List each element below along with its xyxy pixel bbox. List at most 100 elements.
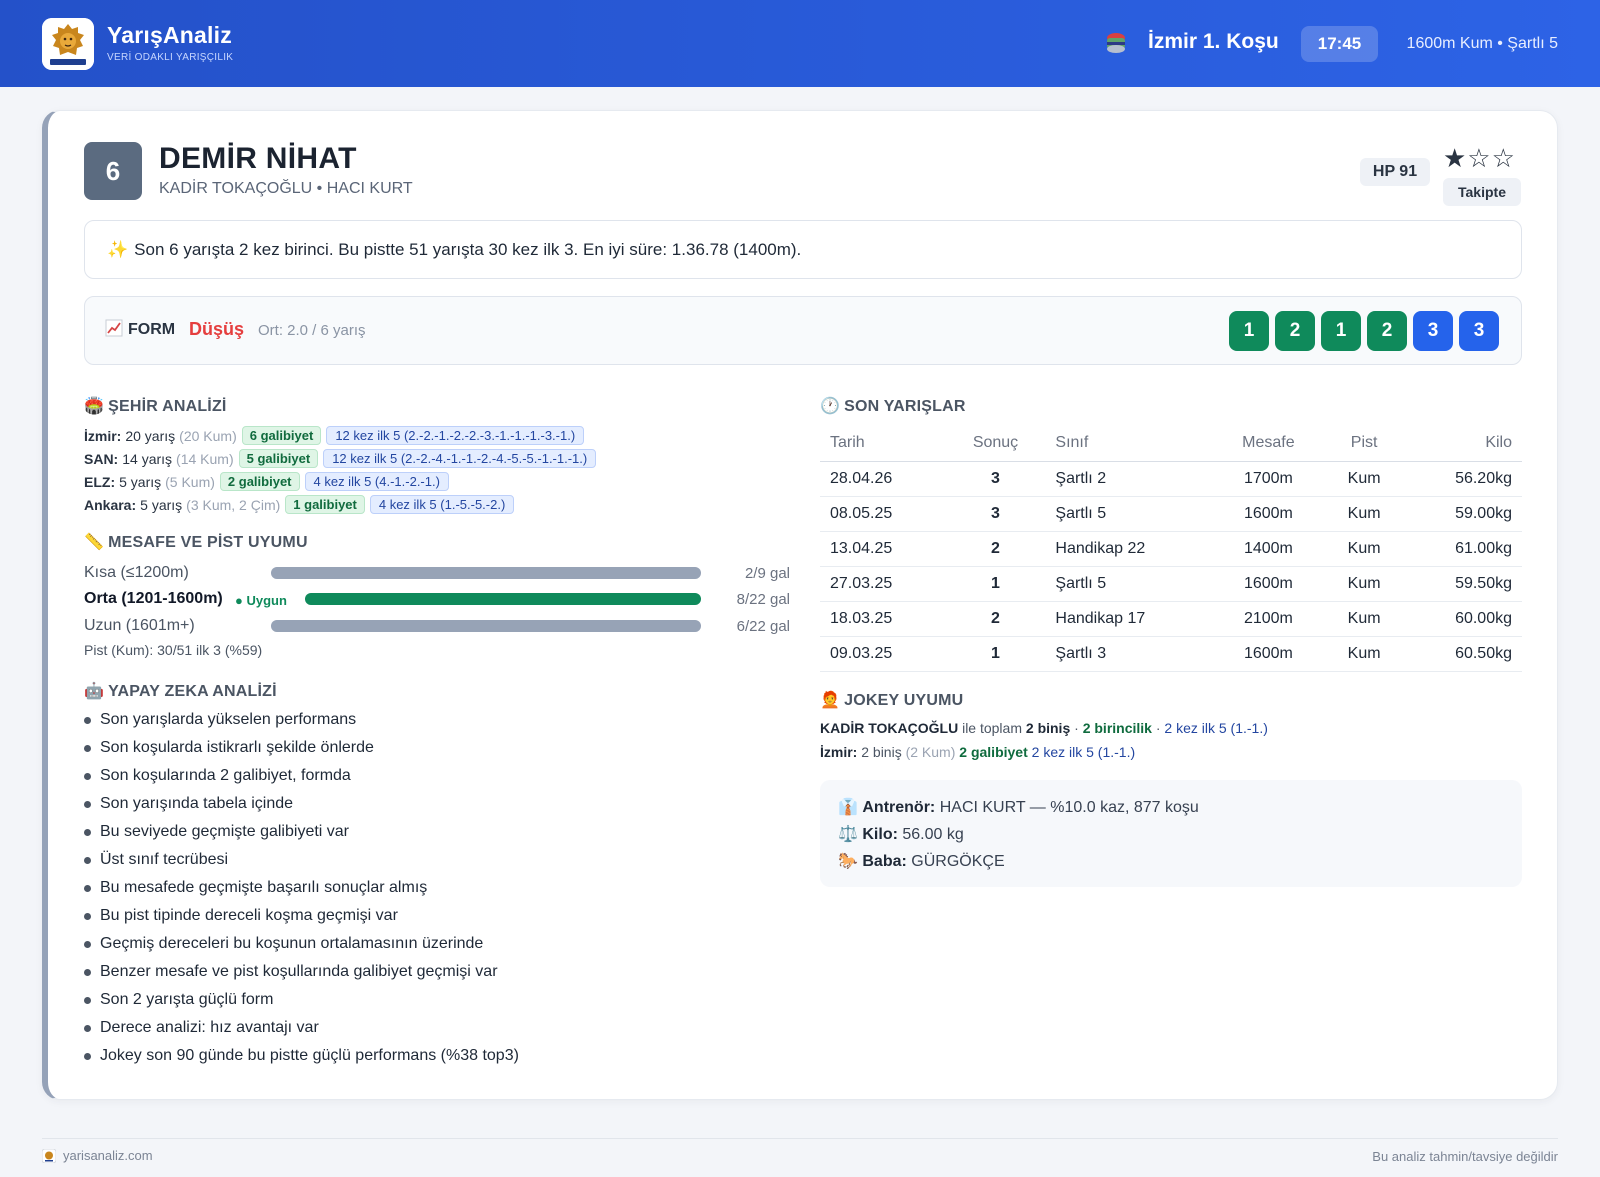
ai-insight-item: Geçmiş dereceleri bu koşunun ortalamasın…	[84, 934, 519, 962]
form-results: 1 2 1 2 3 3	[1229, 311, 1499, 351]
brand-name[interactable]: YarışAnaliz	[107, 22, 232, 49]
form-panel: FORM Düşüş Ort: 2.0 / 6 yarış 1 2 1 2 3 …	[84, 296, 1522, 365]
race-result: 1	[945, 566, 1046, 602]
race-distance: 1400m	[1213, 531, 1324, 567]
track-note: Pist (Kum): 30/51 ilk 3 (%59)	[84, 642, 263, 658]
fit-badge: ● Uygun	[235, 593, 287, 608]
race-date: 09.03.25	[820, 636, 946, 672]
form-result-chip: 2	[1275, 311, 1315, 351]
race-weight: 56.20kg	[1404, 461, 1522, 497]
race-class: Handikap 22	[1045, 531, 1214, 567]
race-result: 2	[945, 531, 1046, 567]
sparkles-icon: ✨	[107, 240, 129, 259]
distance-label-short: Kısa (≤1200m)	[84, 564, 189, 581]
city-row: ELZ: 5 yarış (5 Kum) 2 galibiyet 4 kez ilk 5…	[84, 472, 449, 491]
follow-button[interactable]: Takipte	[1443, 178, 1521, 206]
ai-insight-item: Bu mesafede geçmişte başarılı sonuçlar a…	[84, 878, 519, 906]
race-class: Şartlı 5	[1045, 566, 1214, 602]
table-row: 18.03.25 2 Handikap 17 2100m Kum 60.00kg	[820, 601, 1522, 637]
status-dot-icon: ●	[235, 593, 243, 608]
race-class: Şartlı 2	[1045, 461, 1214, 497]
distance-bar-short	[271, 567, 701, 579]
column-header[interactable]: Sonuç	[945, 425, 1046, 462]
race-distance: 1600m	[1213, 496, 1324, 532]
horse-icon: 🐎	[838, 853, 858, 870]
distance-bar-fill	[271, 567, 701, 579]
race-class: Handikap 17	[1045, 601, 1214, 637]
footer-disclaimer: Bu analiz tahmin/tavsiye değildir	[1372, 1149, 1558, 1164]
star-rating-icon[interactable]: ★☆☆	[1443, 143, 1516, 174]
ai-analysis-title: 🤖 YAPAY ZEKA ANALİZİ	[84, 683, 277, 700]
race-track: Kum	[1323, 461, 1405, 497]
ai-insight-item: Bu pist tipinde dereceli koşma geçmişi v…	[84, 906, 519, 934]
distance-bar-long	[271, 620, 701, 632]
ai-insight-item: Jokey son 90 günde bu pistte güçlü perfo…	[84, 1046, 519, 1074]
column-header[interactable]: Pist	[1323, 425, 1405, 462]
distance-bar-fill	[305, 593, 701, 605]
distance-value-mid: 8/22 gal	[736, 591, 790, 608]
top5-tag: 4 kez ilk 5 (1.-5.-5.-2.)	[369, 495, 515, 514]
form-result-chip: 3	[1413, 311, 1453, 351]
trainer-line: 👔 Antrenör: HACI KURT — %10.0 kaz, 877 k…	[838, 799, 1199, 816]
jockey-fit-city: İzmir: 2 biniş (2 Kum) 2 galibiyet 2 kez…	[820, 744, 1136, 760]
sire-line: 🐎 Baba: GÜRGÖKÇE	[838, 853, 1005, 870]
distance-label-long: Uzun (1601m+)	[84, 617, 195, 634]
form-result-chip: 3	[1459, 311, 1499, 351]
distance-value-long: 6/22 gal	[736, 618, 790, 635]
race-track: Kum	[1323, 636, 1405, 672]
ai-insight-item: Son yarışında tabela içinde	[84, 794, 519, 822]
race-time-badge: 17:45	[1301, 26, 1378, 62]
form-trend: Düşüş	[189, 319, 245, 339]
city-row: SAN: 14 yarış (14 Kum) 5 galibiyet 12 kez il…	[84, 449, 597, 468]
win-tag: 2 galibiyet	[219, 472, 300, 491]
footer-site[interactable]: yarisanaliz.com	[42, 1148, 153, 1163]
race-date: 08.05.25	[820, 496, 946, 532]
top5-tag: 4 kez ilk 5 (4.-1.-2.-1.)	[304, 472, 449, 491]
horse-connections: KADİR TOKAÇOĞLU • HACI KURT	[159, 180, 413, 197]
ai-insight-item: Derece analizi: hız avantajı var	[84, 1018, 519, 1046]
column-header[interactable]: Tarih	[820, 425, 946, 462]
summary-text: Son 6 yarışta 2 kez birinci. Bu pistte 5…	[134, 240, 802, 259]
table-row: 13.04.25 2 Handikap 22 1400m Kum 61.00kg	[820, 531, 1522, 567]
column-header[interactable]: Kilo	[1404, 425, 1522, 462]
column-header[interactable]: Sınıf	[1045, 425, 1214, 462]
brand-tagline: VERİ ODAKLI YARIŞÇILIK	[107, 52, 234, 63]
race-result: 1	[945, 636, 1046, 672]
table-row: 28.04.26 3 Şartlı 2 1700m Kum 56.20kg	[820, 461, 1522, 497]
race-track: Kum	[1323, 496, 1405, 532]
race-weight: 61.00kg	[1404, 531, 1522, 567]
race-date: 13.04.25	[820, 531, 946, 567]
race-class: Şartlı 5	[1045, 496, 1214, 532]
column-header[interactable]: Mesafe	[1213, 425, 1324, 462]
city-row: İzmir: 20 yarış (20 Kum) 6 galibiyet 12 kez …	[84, 426, 585, 445]
ai-insight-item: Üst sınıf tecrübesi	[84, 850, 519, 878]
ruler-icon: 📏	[84, 534, 105, 551]
race-result: 3	[945, 496, 1046, 532]
weight-line: ⚖️ Kilo: 56.00 kg	[838, 826, 964, 843]
jockey-fit-summary: KADİR TOKAÇOĞLU ile toplam 2 biniş · 2 b…	[820, 720, 1268, 736]
lion-logo-icon	[42, 18, 94, 70]
race-title: İzmir 1. Koşu	[1148, 30, 1279, 53]
race-result: 3	[945, 461, 1046, 497]
stadium-icon: 🏟️	[84, 398, 105, 415]
form-average: Ort: 2.0 / 6 yarış	[258, 322, 366, 339]
brand-logo[interactable]	[42, 18, 94, 70]
form-label: FORM	[128, 321, 176, 338]
jockey-fit-title: 🧑‍🦰 JOKEY UYUMU	[820, 692, 964, 709]
win-tag: 1 galibiyet	[285, 495, 365, 514]
race-track: Kum	[1323, 566, 1405, 602]
ai-insight-item: Son yarışlarda yükselen performans	[84, 710, 519, 738]
recent-races-table: Tarih Sonuç Sınıf Mesafe Pist Kilo 28.04…	[820, 425, 1522, 672]
race-weight: 60.00kg	[1404, 601, 1522, 637]
hp-badge: HP 91	[1360, 158, 1430, 186]
horse-number-badge: 6	[84, 142, 142, 200]
form-result-chip: 2	[1367, 311, 1407, 351]
footer-divider	[42, 1138, 1558, 1139]
race-distance: 1600m	[1213, 636, 1324, 672]
win-tag: 5 galibiyet	[238, 449, 319, 468]
race-result: 2	[945, 601, 1046, 637]
ai-insight-item: Bu seviyede geçmişte galibiyeti var	[84, 822, 519, 850]
clock-icon: 🕐	[820, 398, 841, 415]
race-date: 28.04.26	[820, 461, 946, 497]
city-row: Ankara: 5 yarış (3 Kum, 2 Çim) 1 galibiyet 4…	[84, 495, 515, 514]
